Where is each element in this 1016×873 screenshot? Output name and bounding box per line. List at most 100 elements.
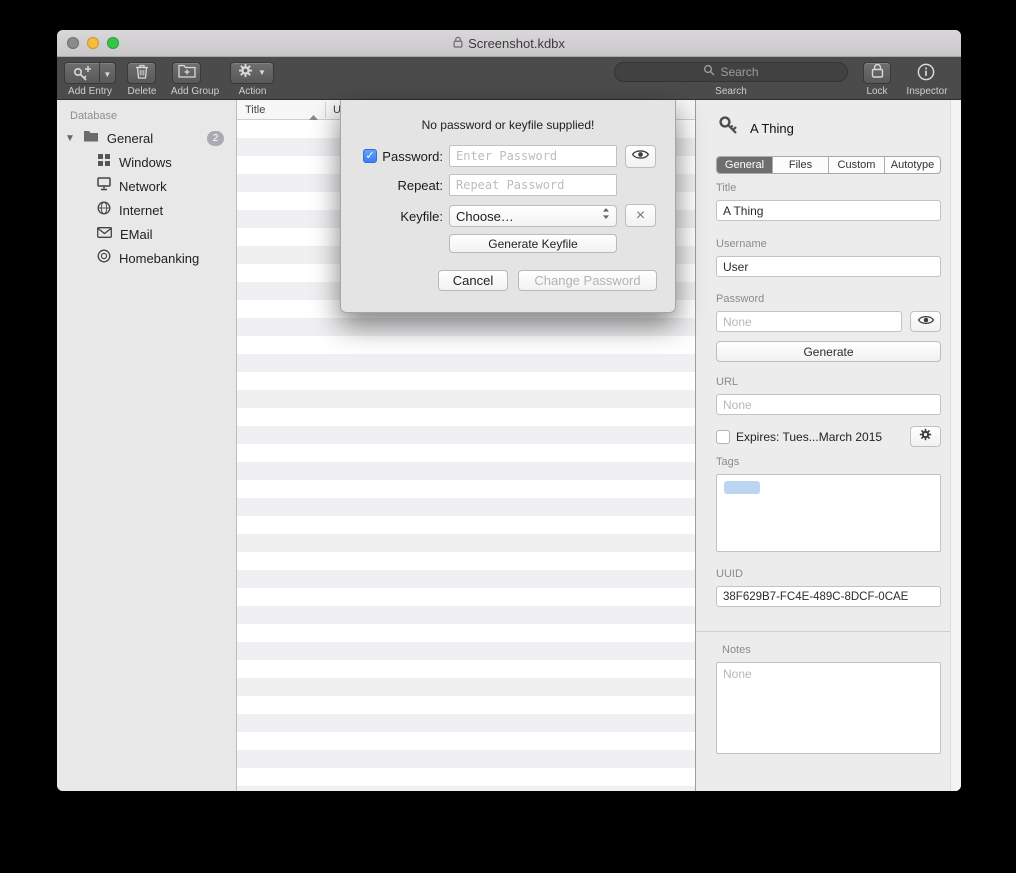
search-icon (703, 63, 715, 81)
search-label: Search (701, 86, 761, 97)
action-label: Action (225, 86, 280, 97)
envelope-icon (97, 225, 112, 243)
sidebar-item-homebanking[interactable]: Homebanking (97, 247, 199, 269)
inspector-scrollbar[interactable] (950, 100, 961, 791)
network-icon (97, 177, 111, 196)
title-label: Title (716, 182, 736, 194)
title-field[interactable] (716, 200, 941, 221)
tags-label: Tags (716, 456, 739, 468)
keyfile-popup[interactable]: Choose… (449, 205, 617, 227)
disclosure-triangle-icon[interactable]: ▼ (65, 133, 75, 144)
generate-button[interactable]: Generate (716, 341, 941, 362)
group-count-badge: 2 (207, 131, 224, 146)
delete-button[interactable] (127, 62, 156, 84)
password-label: Password (716, 293, 764, 305)
notes-label: Notes (722, 644, 751, 656)
eye-icon (917, 313, 935, 331)
password-input[interactable] (449, 145, 617, 167)
app-window: Screenshot.kdbx ▼ Add Entry Delete (57, 30, 961, 791)
show-password-button[interactable] (910, 311, 941, 332)
folder-icon (83, 129, 99, 147)
expires-checkbox[interactable] (716, 430, 730, 444)
tab-files[interactable]: Files (773, 157, 829, 173)
item-label: Homebanking (119, 251, 199, 266)
sidebar-item-network[interactable]: Network (97, 175, 167, 197)
sidebar-group-general[interactable]: ▼ General (65, 127, 153, 149)
change-password-sheet: No password or keyfile supplied! ✓ Passw… (340, 100, 676, 313)
lock-button[interactable] (863, 62, 891, 84)
window-title: Screenshot.kdbx (468, 36, 565, 51)
password-label: Password: (371, 149, 443, 164)
add-entry-button[interactable]: ▼ (64, 62, 116, 84)
tab-custom[interactable]: Custom (829, 157, 885, 173)
repeat-label: Repeat: (371, 178, 443, 193)
sidebar: Database ▼ General 2 Windows (57, 100, 237, 791)
gear-icon (238, 63, 253, 83)
tab-general[interactable]: General (717, 157, 773, 173)
cancel-button[interactable]: Cancel (438, 270, 508, 291)
trash-icon (135, 63, 149, 84)
delete-label: Delete (117, 86, 167, 97)
item-label: Windows (119, 155, 172, 170)
clear-keyfile-button[interactable]: × (625, 204, 656, 227)
expires-settings-button[interactable] (910, 426, 941, 447)
section-divider (696, 631, 961, 632)
inspector-tabs: General Files Custom Autotype (716, 156, 941, 174)
search-input[interactable]: Search (614, 62, 848, 82)
password-field[interactable] (716, 311, 902, 332)
keyfile-label: Keyfile: (371, 209, 443, 224)
add-group-button[interactable] (172, 62, 201, 84)
key-icon (716, 113, 740, 144)
column-divider[interactable] (325, 102, 326, 118)
tag-token[interactable] (724, 481, 760, 494)
username-field[interactable] (716, 256, 941, 277)
globe-icon (97, 201, 111, 220)
username-label: Username (716, 238, 767, 250)
titlebar: Screenshot.kdbx (57, 30, 961, 57)
repeat-input[interactable] (449, 174, 617, 196)
show-password-button[interactable] (625, 145, 656, 168)
entry-title: A Thing (750, 121, 794, 136)
change-password-button[interactable]: Change Password (518, 270, 657, 291)
item-label: Internet (119, 203, 163, 218)
add-entry-dropdown[interactable]: ▼ (100, 64, 115, 82)
sidebar-header: Database (70, 110, 117, 122)
coin-icon (97, 249, 111, 268)
gear-icon (919, 428, 932, 446)
inspector-label: Inspector (902, 86, 952, 97)
lock-icon (871, 63, 884, 83)
sidebar-item-windows[interactable]: Windows (97, 151, 172, 173)
windows-icon (97, 153, 111, 172)
group-label: General (107, 131, 153, 146)
keyfile-value: Choose… (456, 209, 602, 224)
generate-keyfile-button[interactable]: Generate Keyfile (449, 234, 617, 253)
action-button[interactable]: ▼ (230, 62, 274, 84)
column-header-title[interactable]: Title (245, 100, 265, 120)
sidebar-item-internet[interactable]: Internet (97, 199, 163, 221)
toolbar: ▼ Add Entry Delete Add Group (57, 57, 961, 100)
sidebar-item-email[interactable]: EMail (97, 223, 153, 245)
item-label: Network (119, 179, 167, 194)
uuid-label: UUID (716, 568, 743, 580)
key-plus-icon (65, 65, 99, 81)
tab-autotype[interactable]: Autotype (885, 157, 940, 173)
url-label: URL (716, 376, 738, 388)
chevron-down-icon: ▼ (258, 69, 266, 77)
screen: Screenshot.kdbx ▼ Add Entry Delete (0, 0, 1016, 873)
tags-field[interactable] (716, 474, 941, 552)
notes-field[interactable] (716, 662, 941, 754)
inspector-button[interactable] (917, 63, 935, 86)
popup-chevrons-icon (602, 207, 610, 225)
sheet-message: No password or keyfile supplied! (341, 118, 675, 132)
expires-label: Expires: Tues...March 2015 (736, 430, 882, 444)
uuid-field[interactable] (716, 586, 941, 607)
search-placeholder: Search (720, 65, 758, 79)
chevron-down-icon: ▼ (103, 70, 111, 79)
add-group-label: Add Group (165, 86, 225, 97)
close-x-icon: × (636, 208, 645, 224)
document-lock-icon (453, 35, 463, 53)
item-label: EMail (120, 227, 153, 242)
url-field[interactable] (716, 394, 941, 415)
lock-label: Lock (852, 86, 902, 97)
folder-plus-icon (178, 63, 196, 83)
